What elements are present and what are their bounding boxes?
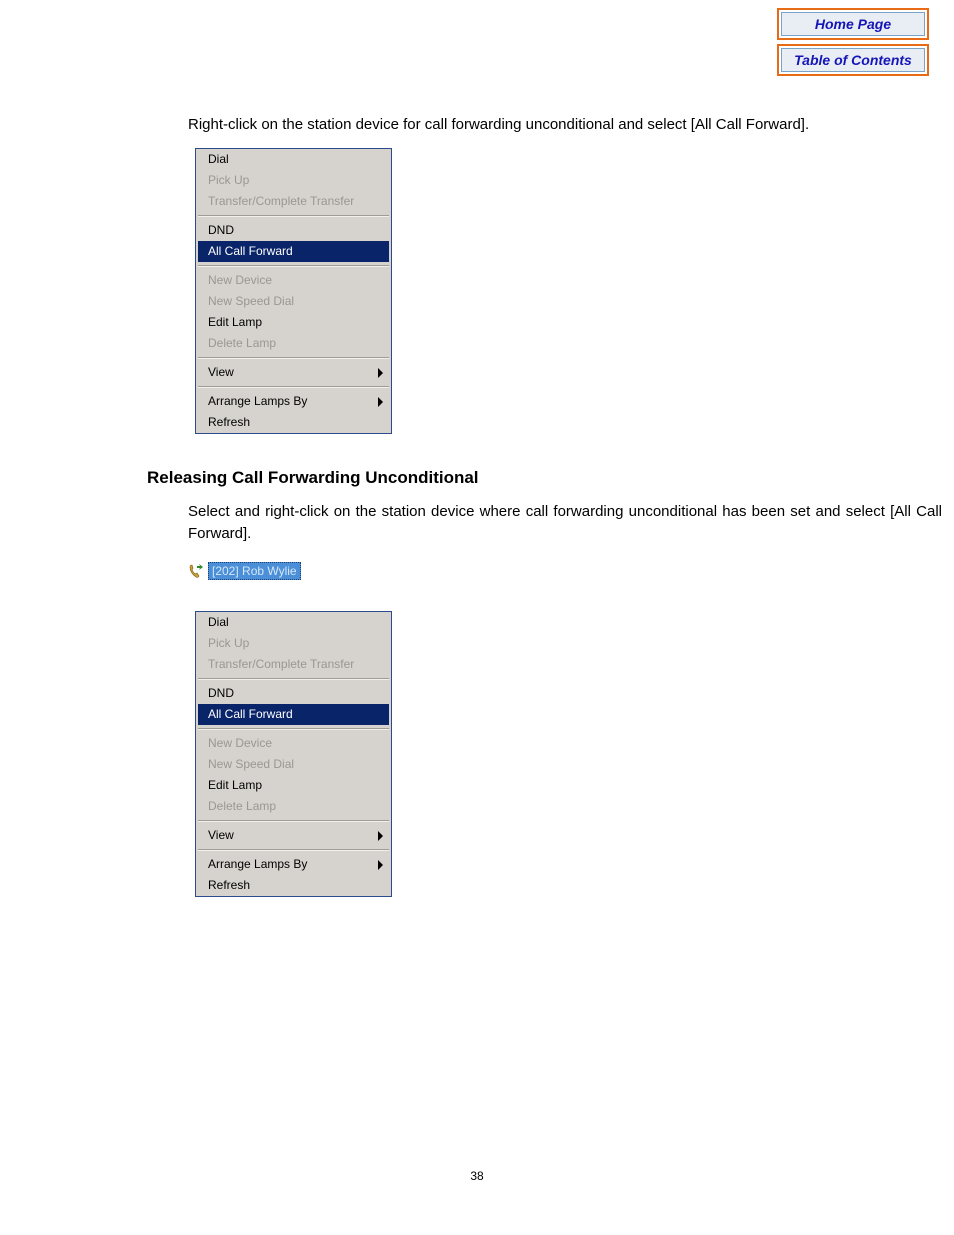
menu-item-dnd[interactable]: DND xyxy=(196,683,391,704)
section-heading: Releasing Call Forwarding Unconditional xyxy=(147,468,479,488)
station-device-label: [202] Rob Wylie xyxy=(208,562,301,580)
menu-item-pickup: Pick Up xyxy=(196,170,391,191)
menu-item-edit-lamp[interactable]: Edit Lamp xyxy=(196,775,391,796)
table-of-contents-label: Table of Contents xyxy=(781,48,925,72)
menu-separator xyxy=(198,265,389,267)
submenu-arrow-icon xyxy=(378,831,383,841)
menu-item-transfer: Transfer/Complete Transfer xyxy=(196,191,391,212)
menu-item-view-label: View xyxy=(208,365,234,379)
menu-item-view[interactable]: View xyxy=(196,825,391,846)
home-page-label: Home Page xyxy=(781,12,925,36)
instruction-text: Right-click on the station device for ca… xyxy=(188,114,942,136)
menu-item-arrange[interactable]: Arrange Lamps By xyxy=(196,854,391,875)
table-of-contents-button[interactable]: Table of Contents xyxy=(777,44,929,76)
menu-item-edit-lamp[interactable]: Edit Lamp xyxy=(196,312,391,333)
page-number: 38 xyxy=(0,1169,954,1183)
submenu-arrow-icon xyxy=(378,397,383,407)
menu-item-all-call-forward[interactable]: All Call Forward xyxy=(198,704,389,725)
station-device-chip[interactable]: [202] Rob Wylie xyxy=(188,562,301,580)
menu-item-transfer: Transfer/Complete Transfer xyxy=(196,654,391,675)
menu-item-new-device: New Device xyxy=(196,733,391,754)
menu-item-delete-lamp: Delete Lamp xyxy=(196,333,391,354)
menu-separator xyxy=(198,849,389,851)
menu-item-refresh[interactable]: Refresh xyxy=(196,875,391,896)
menu-item-all-call-forward[interactable]: All Call Forward xyxy=(198,241,389,262)
menu-item-dial[interactable]: Dial xyxy=(196,149,391,170)
menu-separator xyxy=(198,820,389,822)
menu-separator xyxy=(198,386,389,388)
menu-item-delete-lamp: Delete Lamp xyxy=(196,796,391,817)
menu-separator xyxy=(198,678,389,680)
release-instruction-text: Select and right-click on the station de… xyxy=(188,501,942,545)
menu-item-new-device: New Device xyxy=(196,270,391,291)
menu-item-view[interactable]: View xyxy=(196,362,391,383)
context-menu-1: Dial Pick Up Transfer/Complete Transfer … xyxy=(195,148,392,434)
context-menu-2: Dial Pick Up Transfer/Complete Transfer … xyxy=(195,611,392,897)
menu-separator xyxy=(198,357,389,359)
menu-item-dnd[interactable]: DND xyxy=(196,220,391,241)
submenu-arrow-icon xyxy=(378,368,383,378)
menu-item-new-speed-dial: New Speed Dial xyxy=(196,291,391,312)
menu-item-arrange[interactable]: Arrange Lamps By xyxy=(196,391,391,412)
menu-item-arrange-label: Arrange Lamps By xyxy=(208,394,307,408)
menu-item-refresh[interactable]: Refresh xyxy=(196,412,391,433)
submenu-arrow-icon xyxy=(378,860,383,870)
home-page-button[interactable]: Home Page xyxy=(777,8,929,40)
menu-separator xyxy=(198,215,389,217)
menu-item-arrange-label: Arrange Lamps By xyxy=(208,857,307,871)
menu-separator xyxy=(198,728,389,730)
menu-item-pickup: Pick Up xyxy=(196,633,391,654)
menu-item-view-label: View xyxy=(208,828,234,842)
call-forward-icon xyxy=(188,563,204,579)
menu-item-new-speed-dial: New Speed Dial xyxy=(196,754,391,775)
menu-item-dial[interactable]: Dial xyxy=(196,612,391,633)
